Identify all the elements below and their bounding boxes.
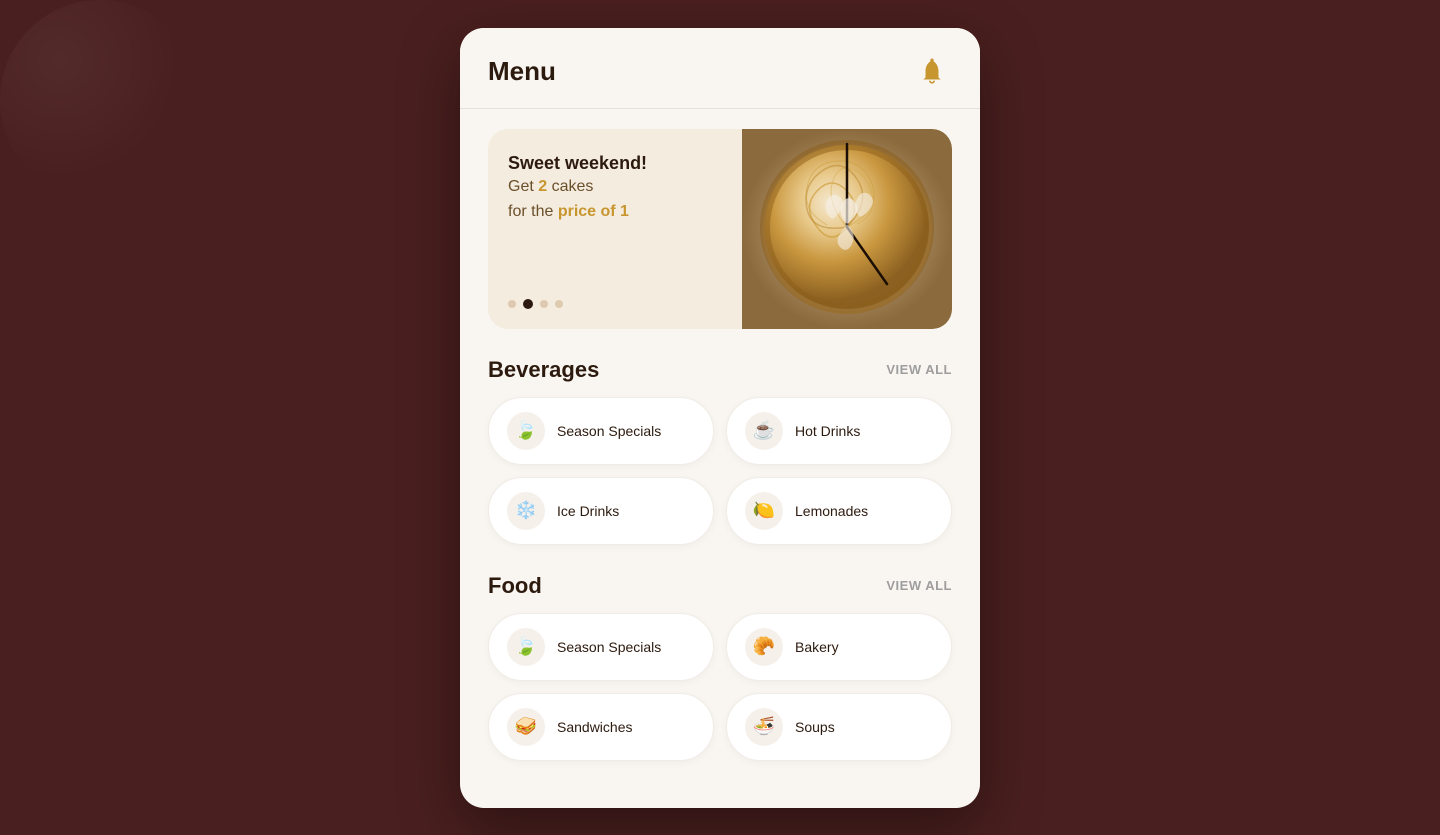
category-label-season-specials-food: Season Specials (557, 639, 661, 655)
pie-visual (742, 129, 952, 329)
category-label-ice-drinks: Ice Drinks (557, 503, 619, 519)
category-item-lemonades[interactable]: 🍋 Lemonades (726, 477, 952, 545)
banner-image (742, 129, 952, 329)
carousel-dots (508, 299, 722, 313)
banner-headline: Sweet weekend! (508, 153, 722, 174)
category-icon-bakery: 🥐 (753, 636, 775, 657)
category-label-sandwiches: Sandwiches (557, 719, 633, 735)
category-icon-season-specials-food: 🍃 (515, 636, 537, 657)
category-item-hot-drinks[interactable]: ☕ Hot Drinks (726, 397, 952, 465)
category-item-bakery[interactable]: 🥐 Bakery (726, 613, 952, 681)
banner-promo: Get 2 cakes for the price of 1 (508, 174, 722, 225)
category-item-sandwiches[interactable]: 🥪 Sandwiches (488, 693, 714, 761)
category-icon-wrap-ice-drinks: ❄️ (507, 492, 545, 530)
dot-2[interactable] (523, 299, 533, 309)
category-item-ice-drinks[interactable]: ❄️ Ice Drinks (488, 477, 714, 545)
page-title: Menu (488, 56, 556, 87)
category-icon-sandwiches: 🥪 (515, 716, 537, 737)
category-icon-season-specials-bev: 🍃 (515, 420, 537, 441)
category-label-hot-drinks: Hot Drinks (795, 423, 860, 439)
section-food: Food VIEW ALL 🍃 Season Specials 🥐 Bakery 🥪 Sand… (488, 573, 952, 761)
dot-3[interactable] (540, 300, 548, 308)
category-item-soups[interactable]: 🍜 Soups (726, 693, 952, 761)
app-container: Menu Sweet weekend! Get 2 cakes (460, 28, 980, 808)
category-grid-food: 🍃 Season Specials 🥐 Bakery 🥪 Sandwiches 🍜 Soups (488, 613, 952, 761)
section-title-beverages: Beverages (488, 357, 599, 383)
category-label-season-specials-bev: Season Specials (557, 423, 661, 439)
view-all-beverages[interactable]: VIEW ALL (886, 362, 952, 377)
header: Menu (460, 28, 980, 108)
category-icon-wrap-lemonades: 🍋 (745, 492, 783, 530)
section-header-beverages: Beverages VIEW ALL (488, 357, 952, 383)
section-beverages: Beverages VIEW ALL 🍃 Season Specials ☕ Hot Dr… (488, 357, 952, 545)
notification-bell-icon[interactable] (912, 52, 952, 92)
sections-container: Beverages VIEW ALL 🍃 Season Specials ☕ Hot Dr… (488, 357, 952, 761)
category-label-soups: Soups (795, 719, 835, 735)
category-icon-wrap-season-specials-bev: 🍃 (507, 412, 545, 450)
category-grid-beverages: 🍃 Season Specials ☕ Hot Drinks ❄️ Ice Drinks 🍋… (488, 397, 952, 545)
section-title-food: Food (488, 573, 542, 599)
category-item-season-specials-food[interactable]: 🍃 Season Specials (488, 613, 714, 681)
promo-banner[interactable]: Sweet weekend! Get 2 cakes for the price… (488, 129, 952, 329)
category-icon-wrap-season-specials-food: 🍃 (507, 628, 545, 666)
category-icon-lemonades: 🍋 (753, 500, 775, 521)
view-all-food[interactable]: VIEW ALL (886, 578, 952, 593)
dot-1[interactable] (508, 300, 516, 308)
category-icon-soups: 🍜 (753, 716, 775, 737)
category-icon-wrap-bakery: 🥐 (745, 628, 783, 666)
category-label-lemonades: Lemonades (795, 503, 868, 519)
category-icon-wrap-soups: 🍜 (745, 708, 783, 746)
category-label-bakery: Bakery (795, 639, 839, 655)
category-item-season-specials-bev[interactable]: 🍃 Season Specials (488, 397, 714, 465)
category-icon-hot-drinks: ☕ (753, 420, 775, 441)
dot-4[interactable] (555, 300, 563, 308)
main-content: Sweet weekend! Get 2 cakes for the price… (460, 109, 980, 808)
banner-text: Sweet weekend! Get 2 cakes for the price… (488, 129, 742, 329)
category-icon-wrap-sandwiches: 🥪 (507, 708, 545, 746)
category-icon-wrap-hot-drinks: ☕ (745, 412, 783, 450)
category-icon-ice-drinks: ❄️ (515, 500, 537, 521)
section-header-food: Food VIEW ALL (488, 573, 952, 599)
